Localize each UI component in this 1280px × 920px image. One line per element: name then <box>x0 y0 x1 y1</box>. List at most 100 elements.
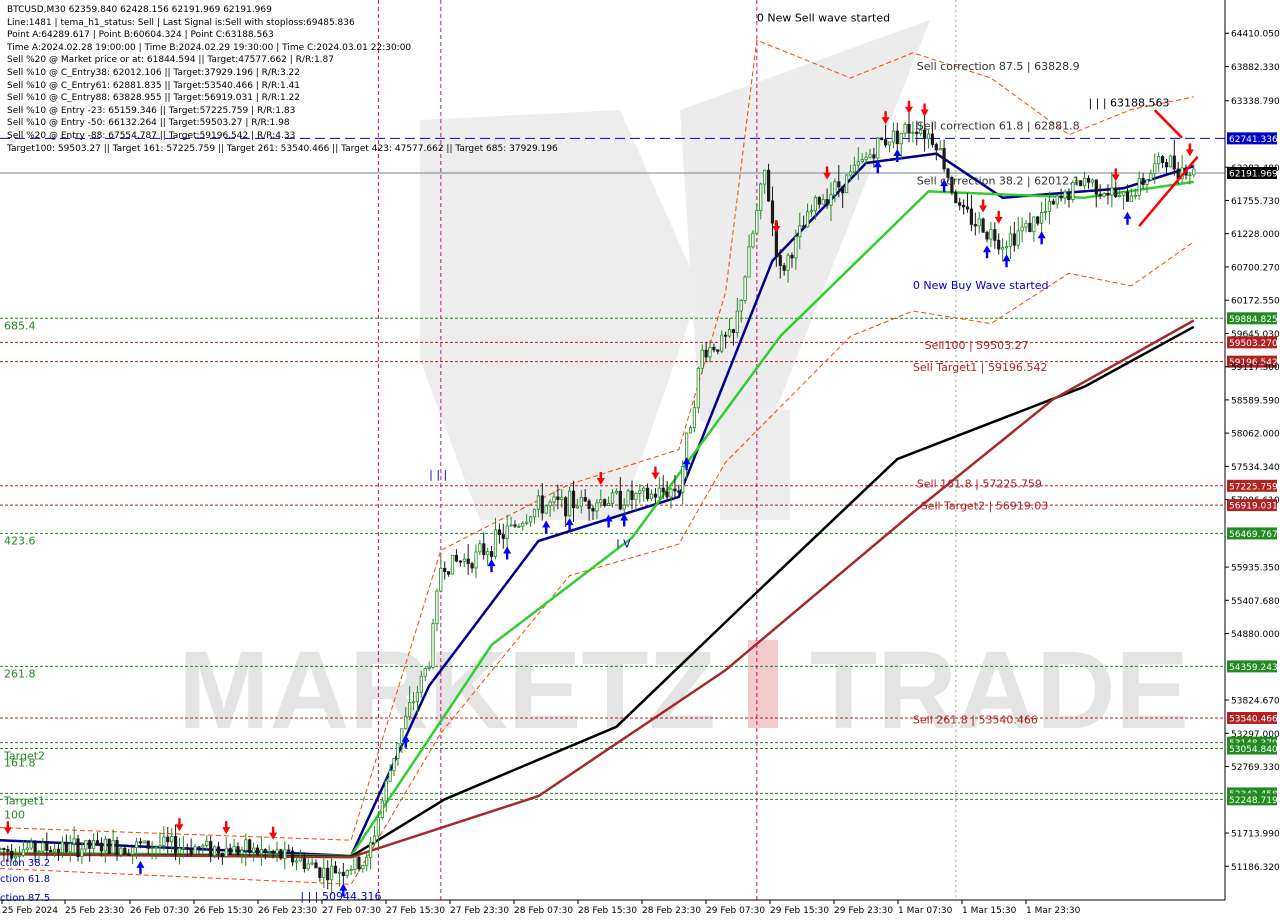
candle-body <box>501 534 505 539</box>
candle-body <box>938 147 942 151</box>
annotation-label: Sell correction 87.5 | 63828.9 <box>917 60 1080 73</box>
candle-body <box>837 181 841 188</box>
candle-body <box>958 202 962 206</box>
y-tick-label: 64410.050 <box>1231 30 1280 40</box>
candle-body <box>443 567 447 572</box>
candle-body <box>934 144 938 151</box>
candle-body <box>1168 155 1172 168</box>
y-tick-label: 59117.300 <box>1231 363 1280 373</box>
price-tag-label: 57225.759 <box>1229 482 1278 492</box>
candle-body <box>1149 173 1153 181</box>
left-correction-label: ction 61.8 <box>0 874 50 885</box>
candle-body <box>361 865 365 870</box>
candle-body <box>638 490 642 494</box>
info-line: Line:1481 | tema_h1_status: Sell | Last … <box>7 17 355 28</box>
x-tick-label: 29 Feb 07:30 <box>706 906 765 916</box>
candle-body <box>1161 156 1165 163</box>
candle-body <box>349 869 353 872</box>
candle-body <box>1083 177 1087 187</box>
candle-body <box>1172 155 1176 170</box>
left-level-label: 261.8 <box>4 667 36 680</box>
candle-body <box>271 850 275 854</box>
left-level-label: 423.6 <box>4 534 36 547</box>
candle-body <box>1141 177 1145 185</box>
candle-body <box>411 701 416 704</box>
candle-body <box>755 210 759 234</box>
candle-body <box>446 571 451 575</box>
candle-body <box>232 846 236 855</box>
candle-body <box>310 862 314 865</box>
y-tick-label: 58589.590 <box>1231 396 1280 406</box>
candle-body <box>665 491 669 498</box>
candle-body <box>29 841 33 849</box>
candle-body <box>833 181 837 196</box>
candle-body <box>345 870 349 876</box>
candle-body <box>1090 179 1094 183</box>
candle-body <box>790 254 794 259</box>
left-level-label: Target1 <box>3 794 45 807</box>
candle-body <box>368 842 373 858</box>
annotation-label: Sell100 | 59503.27 <box>925 339 1029 352</box>
candle-body <box>509 524 513 527</box>
candle-body <box>107 838 111 854</box>
candle-body <box>603 499 607 506</box>
candle-body <box>513 524 517 527</box>
candle-body <box>236 846 240 855</box>
candle-body <box>571 490 576 509</box>
y-tick-label: 58062.000 <box>1231 430 1280 440</box>
candle-body <box>486 551 490 556</box>
candle-body <box>365 856 369 866</box>
candle-body <box>521 523 525 527</box>
candle-body <box>985 231 989 240</box>
candle-body <box>275 849 279 854</box>
candle-body <box>653 493 658 498</box>
candle-body <box>657 487 661 498</box>
candle-body <box>1020 226 1024 232</box>
x-tick-label: 26 Feb 15:30 <box>194 906 253 916</box>
candle-body <box>739 299 743 312</box>
candle-body <box>1106 192 1110 196</box>
candle-body <box>146 840 150 849</box>
candle-body <box>1192 168 1196 176</box>
candle-body <box>1016 230 1020 246</box>
candle-body <box>92 840 96 849</box>
info-line: Sell %20 @ Market price or at: 61844.594… <box>7 55 334 66</box>
candle-body <box>556 496 560 500</box>
candle-body <box>1110 187 1114 196</box>
candle-body <box>1024 222 1028 228</box>
candle-body <box>907 124 911 134</box>
x-tick-label: 25 Feb 23:30 <box>65 906 124 916</box>
candle-body <box>392 758 396 772</box>
candle-body <box>724 334 728 337</box>
candle-body <box>505 525 509 540</box>
candle-body <box>864 156 868 160</box>
candle-body <box>1051 200 1055 205</box>
candle-body <box>630 490 634 500</box>
y-tick-label: 57534.340 <box>1231 463 1280 473</box>
candle-body <box>673 488 677 492</box>
price-tag-label: 52248.719 <box>1229 796 1278 806</box>
candle-body <box>279 849 283 859</box>
x-tick-label: 27 Feb 23:30 <box>450 906 509 916</box>
candle-body <box>407 702 412 717</box>
candle-body <box>380 800 384 819</box>
candle-body <box>891 130 896 143</box>
candle-body <box>899 132 903 145</box>
candle-body <box>1036 216 1040 224</box>
candle-body <box>333 865 338 874</box>
candle-body <box>185 847 189 849</box>
candle-body <box>474 551 478 569</box>
candle-body <box>817 197 821 205</box>
candle-body <box>99 842 103 852</box>
info-line: Point A:64289.617 | Point B:60604.324 | … <box>7 30 274 41</box>
candle-body <box>1118 194 1122 198</box>
candle-body <box>193 846 197 855</box>
price-tag-label: 56469.767 <box>1229 530 1278 540</box>
candle-body <box>595 502 599 512</box>
candle-body <box>134 841 139 848</box>
candle-body <box>248 839 252 853</box>
candle-body <box>767 169 771 202</box>
y-tick-label: 51186.320 <box>1231 863 1280 873</box>
x-tick-label: 29 Feb 15:30 <box>770 906 829 916</box>
candle-body <box>1047 200 1051 212</box>
